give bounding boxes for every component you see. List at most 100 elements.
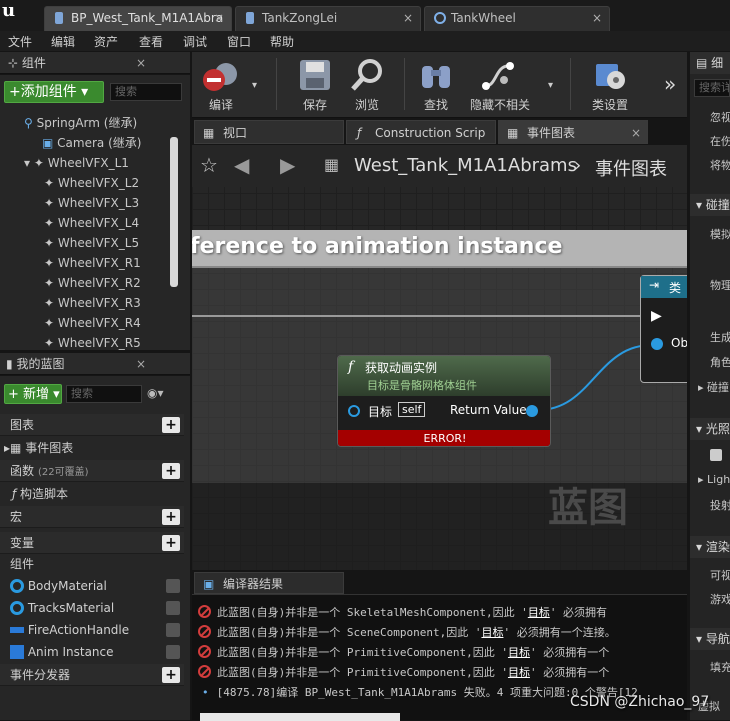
error-icon bbox=[198, 625, 211, 638]
compiler-results-tab[interactable]: ▣ 编译器结果 bbox=[194, 572, 344, 594]
title-bar: u BP_West_Tank_M1A1Abra × TankZongLei × Ta… bbox=[0, 0, 730, 31]
tab-event-graph[interactable]: ▦ 事件图表 × bbox=[498, 120, 648, 144]
variable-body-material[interactable]: BodyMaterial bbox=[10, 575, 182, 597]
close-icon[interactable]: × bbox=[631, 121, 641, 145]
variables-category[interactable]: 变量 + bbox=[0, 532, 184, 554]
tree-item-wheelvfx-r1[interactable]: ✦ WheelVFX_R1 bbox=[44, 253, 141, 273]
target-link[interactable]: 目标 bbox=[481, 626, 503, 639]
close-icon[interactable]: × bbox=[136, 353, 146, 375]
add-macro-button[interactable]: + bbox=[162, 509, 180, 525]
details-category-rendering[interactable]: ▾ 渲染 bbox=[690, 536, 730, 558]
add-function-button[interactable]: + bbox=[162, 463, 180, 479]
add-graph-button[interactable]: + bbox=[162, 417, 180, 433]
error-row[interactable]: 此蓝图(自身)并非是一个 PrimitiveComponent,因此 '目标' … bbox=[198, 643, 682, 663]
details-search-input[interactable]: 搜索详 bbox=[694, 79, 730, 97]
visibility-eye-icon[interactable] bbox=[166, 645, 180, 659]
return-value-pin-icon[interactable] bbox=[526, 405, 538, 417]
menu-file[interactable]: 文件 bbox=[8, 33, 32, 50]
close-icon[interactable]: × bbox=[403, 7, 413, 29]
get-anim-instance-node[interactable]: f 获取动画实例 目标是骨骼网格体组件 目标 self Return Value… bbox=[337, 355, 551, 447]
tree-item-springarm[interactable]: ⚲ SpringArm (继承) bbox=[24, 113, 137, 133]
tree-item-wheelvfx-r3[interactable]: ✦ WheelVFX_R3 bbox=[44, 293, 141, 313]
components-search-input[interactable]: 搜索 bbox=[110, 83, 182, 101]
class-settings-button[interactable]: 类设置 bbox=[584, 52, 636, 116]
tree-item-wheelvfx-l1[interactable]: ▾ ✦ WheelVFX_L1 bbox=[24, 153, 129, 173]
exec-pin-icon[interactable]: ▶ bbox=[651, 308, 662, 324]
details-checkbox[interactable] bbox=[710, 449, 722, 461]
blueprint-search-input[interactable]: 搜索 bbox=[66, 385, 142, 403]
construction-script-item[interactable]: ƒ 构造脚本 bbox=[12, 483, 68, 505]
components-panel-header: ⊹ 组件 × bbox=[0, 52, 190, 74]
tree-item-wheelvfx-l5[interactable]: ✦ WheelVFX_L5 bbox=[44, 233, 139, 253]
hide-unrelated-button[interactable]: 隐藏不相关 bbox=[468, 52, 532, 116]
add-dispatcher-button[interactable]: + bbox=[162, 667, 180, 683]
variable-fire-action-handle[interactable]: FireActionHandle bbox=[10, 619, 182, 641]
details-row[interactable]: ▸ 碰撞 bbox=[698, 379, 729, 395]
node-subtitle: 目标是骨骼网格体组件 bbox=[367, 379, 477, 392]
particle-icon: ✦ bbox=[44, 216, 58, 230]
components-subcategory[interactable]: 组件 bbox=[10, 553, 34, 575]
cast-node-title: 类 bbox=[669, 281, 682, 295]
details-category-collision[interactable]: ▾ 碰撞 bbox=[690, 194, 730, 216]
components-icon: ⊹ bbox=[8, 56, 19, 70]
menu-view[interactable]: 查看 bbox=[139, 33, 163, 50]
browse-button[interactable]: 浏览 bbox=[342, 52, 392, 116]
tab-tankwheel[interactable]: TankWheel × bbox=[424, 6, 610, 31]
variable-tracks-material[interactable]: TracksMaterial bbox=[10, 597, 182, 619]
event-dispatchers-category[interactable]: 事件分发器 + bbox=[0, 664, 184, 686]
eye-icon[interactable]: ◉▾ bbox=[147, 386, 164, 400]
tree-item-camera[interactable]: ▣ Camera (继承) bbox=[42, 133, 141, 153]
components-scrollbar[interactable] bbox=[170, 137, 178, 287]
error-row[interactable]: 此蓝图(自身)并非是一个 PrimitiveComponent,因此 '目标' … bbox=[198, 663, 682, 683]
tree-item-wheelvfx-r5[interactable]: ✦ WheelVFX_R5 bbox=[44, 333, 141, 350]
functions-category[interactable]: 函数 (22可覆盖) + bbox=[0, 460, 184, 482]
target-pin-icon[interactable] bbox=[348, 405, 360, 417]
graph-icon: ▦ bbox=[507, 126, 519, 140]
object-pin-icon[interactable] bbox=[651, 338, 663, 350]
particle-icon: ▾ ✦ bbox=[24, 156, 48, 170]
new-button[interactable]: + 新增 ▾ bbox=[4, 384, 62, 404]
tab-viewport[interactable]: ▦ 视口 bbox=[194, 120, 344, 144]
tree-item-wheelvfx-l4[interactable]: ✦ WheelVFX_L4 bbox=[44, 213, 139, 233]
menu-help[interactable]: 帮助 bbox=[270, 33, 294, 50]
graphs-category[interactable]: 图表 + bbox=[0, 414, 184, 436]
tab-bp-west-tank[interactable]: BP_West_Tank_M1A1Abra × bbox=[44, 6, 232, 31]
tree-item-wheelvfx-l3[interactable]: ✦ WheelVFX_L3 bbox=[44, 193, 139, 213]
hide-unrelated-options-arrow-icon[interactable]: ▾ bbox=[548, 80, 553, 91]
menu-debug[interactable]: 调试 bbox=[183, 33, 207, 50]
event-graph-canvas[interactable]: ☆ ◀ ▶ ▦ West_Tank_M1A1Abrams › 事件图表 fere… bbox=[192, 145, 687, 570]
close-icon[interactable]: × bbox=[592, 7, 602, 29]
add-variable-button[interactable]: + bbox=[162, 535, 180, 551]
tree-item-wheelvfx-r2[interactable]: ✦ WheelVFX_R2 bbox=[44, 273, 141, 293]
tree-item-wheelvfx-r4[interactable]: ✦ WheelVFX_R4 bbox=[44, 313, 141, 333]
save-button[interactable]: 保存 bbox=[290, 52, 340, 116]
visibility-eye-icon[interactable] bbox=[166, 623, 180, 637]
variable-anim-instance[interactable]: Anim Instance bbox=[10, 641, 182, 663]
macros-category[interactable]: 宏 + bbox=[0, 506, 184, 528]
tree-item-wheelvfx-l2[interactable]: ✦ WheelVFX_L2 bbox=[44, 173, 139, 193]
close-icon[interactable]: × bbox=[136, 52, 146, 74]
visibility-eye-icon[interactable] bbox=[166, 601, 180, 615]
close-icon[interactable]: × bbox=[214, 7, 224, 29]
find-button[interactable]: 查找 bbox=[410, 52, 462, 116]
details-row[interactable]: ▸ Ligh bbox=[698, 473, 730, 486]
details-category-lighting[interactable]: ▾ 光照 bbox=[690, 418, 730, 440]
compile-options-arrow-icon[interactable]: ▾ bbox=[252, 80, 257, 91]
details-category-navigation[interactable]: ▾ 导航 bbox=[690, 628, 730, 650]
target-link[interactable]: 目标 bbox=[528, 606, 550, 619]
error-row[interactable]: 此蓝图(自身)并非是一个 SkeletalMeshComponent,因此 '目… bbox=[198, 603, 682, 623]
visibility-eye-icon[interactable] bbox=[166, 579, 180, 593]
compile-button[interactable]: 编译 bbox=[196, 52, 246, 116]
event-graph-item[interactable]: ▸▦ 事件图表 bbox=[4, 437, 73, 459]
menu-edit[interactable]: 编辑 bbox=[51, 33, 75, 50]
cast-node[interactable]: ⇥ 类 ▶ Ob bbox=[640, 275, 687, 383]
add-component-button[interactable]: +添加组件 ▾ bbox=[4, 81, 104, 103]
error-row[interactable]: 此蓝图(自身)并非是一个 SceneComponent,因此 '目标' 必须拥有… bbox=[198, 623, 682, 643]
menu-asset[interactable]: 资产 bbox=[94, 33, 118, 50]
tab-construction-script[interactable]: ƒ Construction Scrip bbox=[346, 120, 496, 144]
target-link[interactable]: 目标 bbox=[508, 646, 530, 659]
target-link[interactable]: 目标 bbox=[508, 666, 530, 679]
toolbar-overflow-chevron-icon[interactable]: » bbox=[664, 72, 676, 96]
menu-window[interactable]: 窗口 bbox=[227, 33, 251, 50]
tab-tankzonglei[interactable]: TankZongLei × bbox=[235, 6, 421, 31]
